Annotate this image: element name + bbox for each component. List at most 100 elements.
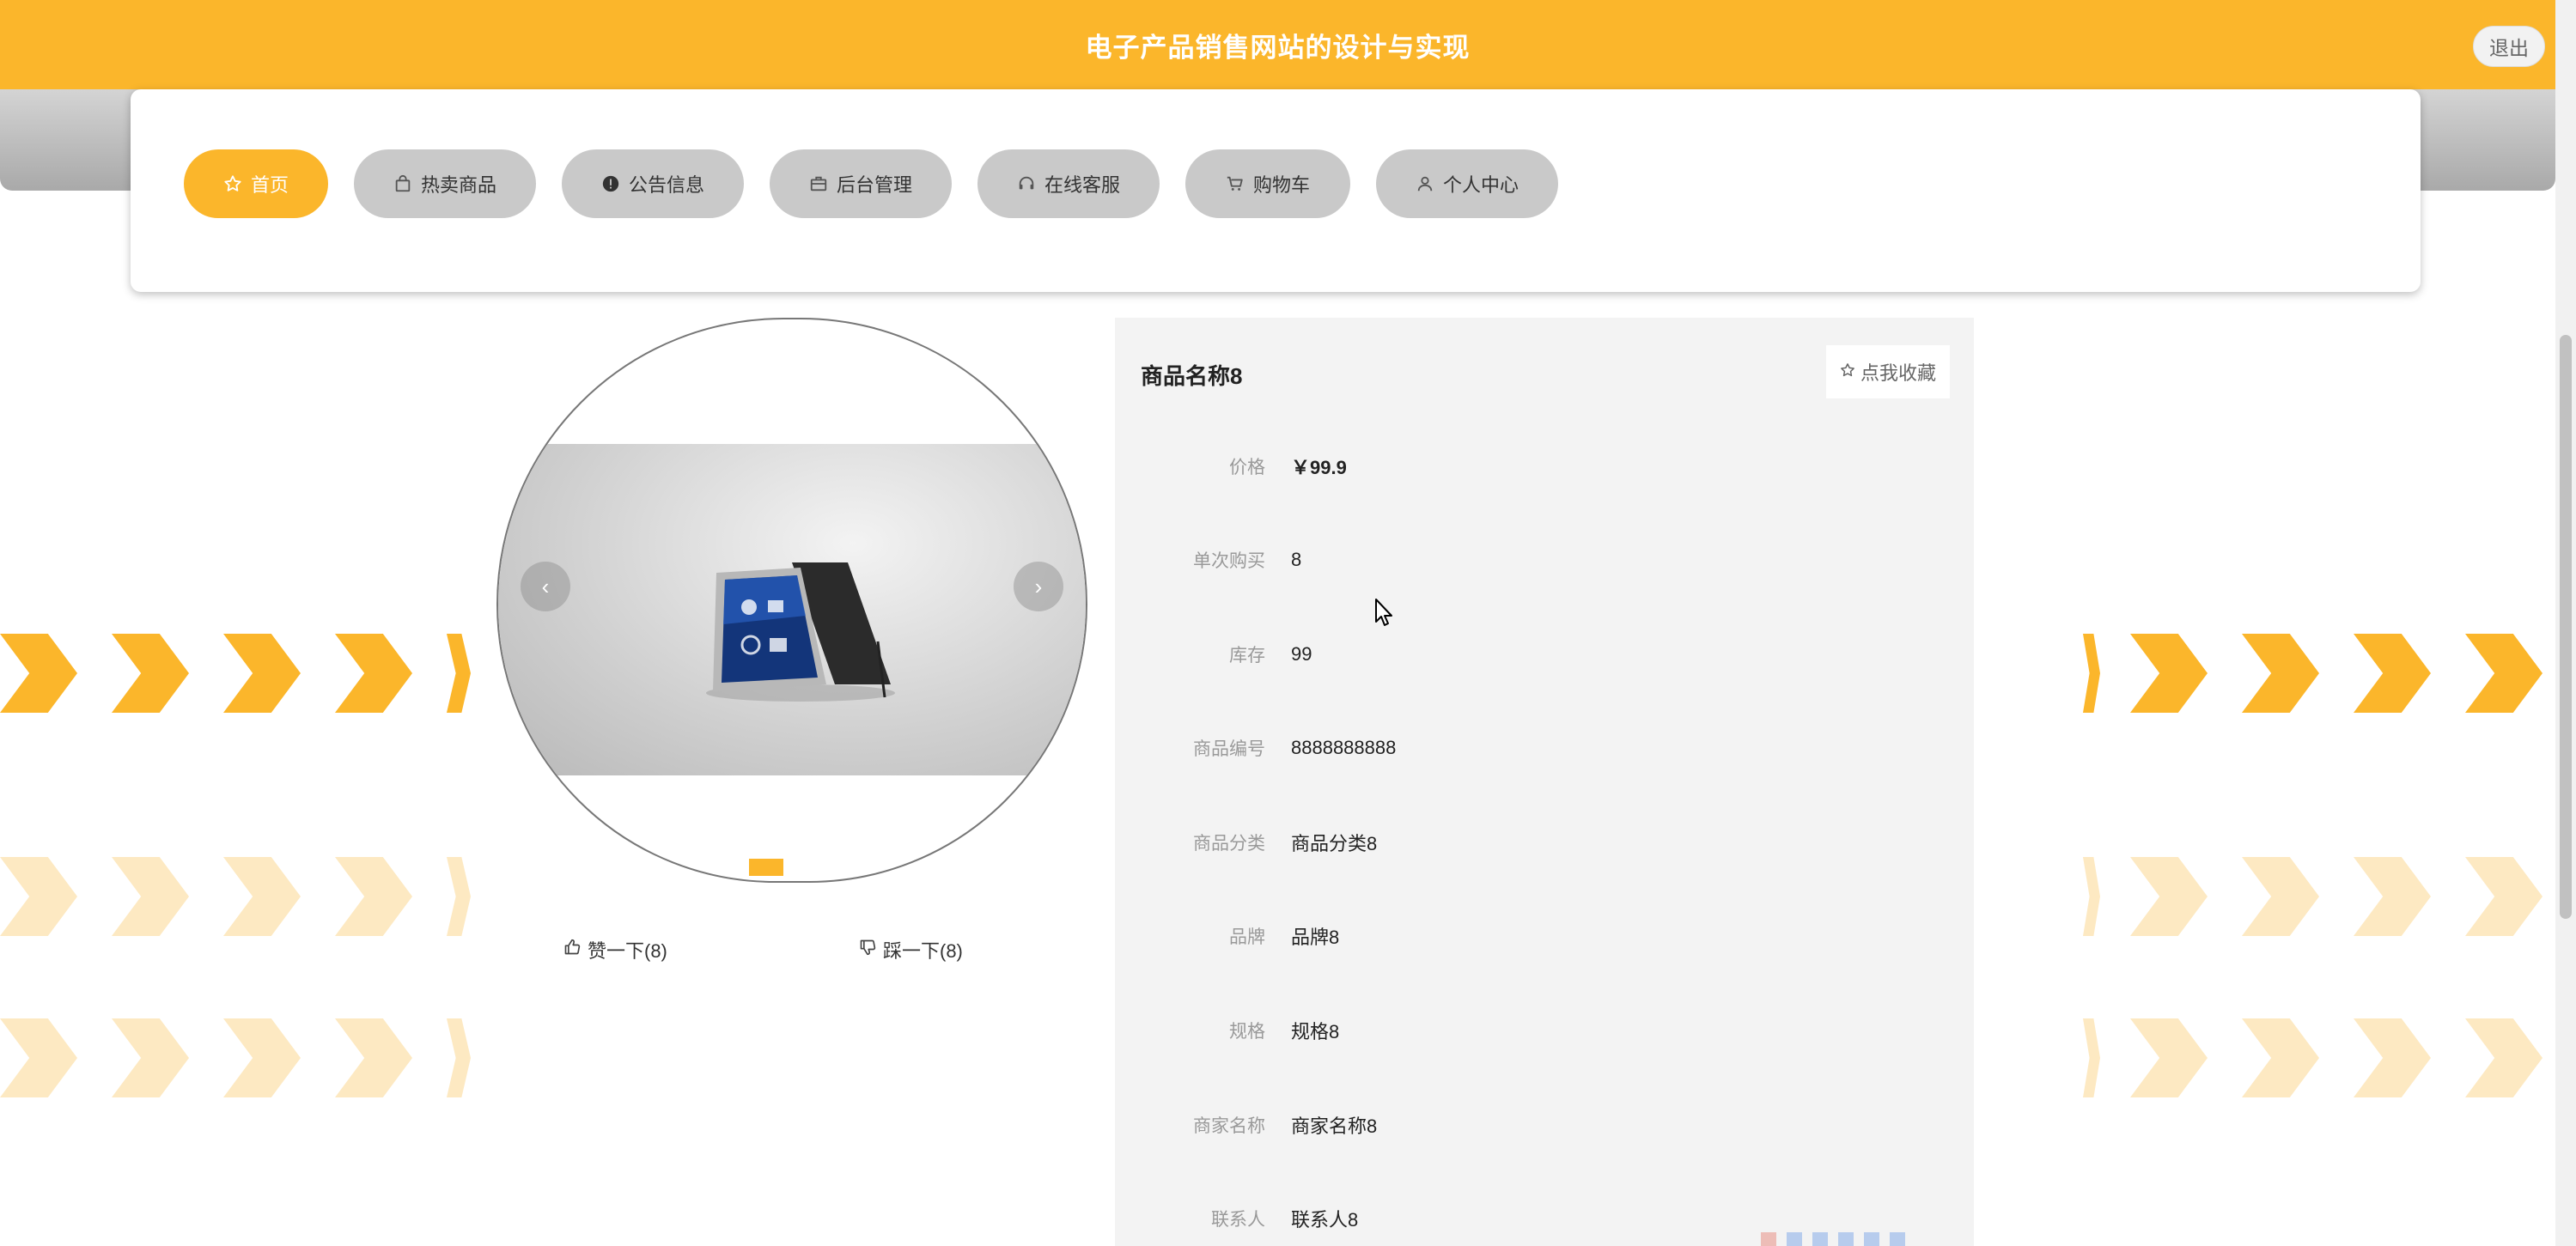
chevron-shape [2354, 634, 2431, 713]
logout-button[interactable]: 退出 [2473, 26, 2545, 67]
nav-item-admin[interactable]: 后台管理 [770, 149, 952, 218]
user-icon [1416, 174, 1434, 193]
carousel-prev-button[interactable]: ‹ [521, 562, 570, 611]
chevron-shape [0, 1018, 77, 1097]
chevron-right-icon: › [1034, 573, 1043, 599]
chevron-shape [335, 857, 412, 936]
field-value: 规格8 [1291, 1021, 1340, 1042]
chevron-shape [2242, 634, 2319, 713]
field-label: 商家名称 [1193, 1116, 1265, 1136]
field-label: 规格 [1229, 1022, 1265, 1042]
nav-item-label: 个人中心 [1442, 174, 1519, 196]
field-label: 商品编号 [1193, 739, 1265, 759]
nav-item-label: 后台管理 [836, 174, 912, 196]
thumbs-down-icon [859, 939, 876, 961]
field-row-merchant: 商家名称 商家名称8 [1115, 1108, 1974, 1142]
chevron-shape [2465, 1018, 2543, 1097]
chevron-shape [2354, 857, 2431, 936]
nav-card: 首页 热卖商品 公告信息 后台管理 在线客服 购物车 个人中心 [131, 89, 2421, 292]
tablet-device-image [706, 562, 895, 702]
field-row-spec: 规格 规格8 [1115, 1013, 1974, 1048]
field-row-stock: 库存 99 [1115, 637, 1974, 672]
chevron-left-icon: ‹ [541, 573, 550, 599]
nav-item-label: 购物车 [1252, 174, 1310, 196]
briefcase-icon [809, 174, 828, 193]
chevron-shape [335, 1018, 412, 1097]
main-nav: 首页 热卖商品 公告信息 后台管理 在线客服 购物车 个人中心 [184, 149, 1558, 218]
nav-item-home[interactable]: 首页 [184, 149, 328, 218]
field-value: 8 [1291, 549, 1302, 570]
bag-icon [393, 174, 412, 193]
dislike-button[interactable]: 踩一下(8) [859, 936, 963, 963]
nav-item-announcements[interactable]: 公告信息 [562, 149, 744, 218]
nav-item-label: 在线客服 [1044, 174, 1120, 196]
chevron-shape [2130, 1018, 2208, 1097]
field-label: 库存 [1229, 646, 1265, 666]
scrollbar-thumb[interactable] [2560, 335, 2572, 919]
price-value: ￥99.9 [1291, 457, 1347, 478]
chevron-shape [447, 1018, 471, 1097]
nav-item-cart[interactable]: 购物车 [1185, 149, 1350, 218]
headset-icon [1017, 174, 1036, 193]
dislike-label: 踩一下(8) [883, 940, 963, 962]
chevron-shape [2083, 857, 2100, 936]
favorite-label: 点我收藏 [1860, 362, 1936, 384]
chevron-shape [0, 857, 77, 936]
field-value: 商品分类8 [1291, 833, 1378, 854]
page-scrollbar[interactable] [2555, 0, 2576, 1246]
field-value: 8888888888 [1291, 737, 1397, 758]
star-icon [1840, 361, 1855, 383]
field-row-product-code: 商品编号 8888888888 [1115, 731, 1974, 765]
chevron-shape [0, 634, 77, 713]
nav-item-label: 公告信息 [628, 174, 704, 196]
chevron-shape [112, 1018, 189, 1097]
site-title: 电子产品销售网站的设计与实现 [1085, 32, 1471, 63]
nav-item-label: 首页 [250, 174, 289, 196]
product-image-carousel[interactable]: ‹ › [496, 318, 1087, 883]
field-row-category: 商品分类 商品分类8 [1115, 825, 1974, 860]
chevron-shape [112, 634, 189, 713]
field-label: 价格 [1229, 458, 1265, 477]
chevron-shape [223, 634, 301, 713]
carousel-next-button[interactable]: › [1014, 562, 1063, 611]
field-value: 商家名称8 [1291, 1115, 1378, 1137]
chevron-shape [2242, 1018, 2319, 1097]
toolbar-logo-strip [1761, 1232, 1905, 1246]
thumbs-up-icon [563, 939, 581, 961]
chevron-shape [2083, 634, 2100, 713]
star-icon [223, 174, 242, 193]
cart-icon [1226, 174, 1245, 193]
mouse-cursor-icon [1375, 599, 1392, 626]
chevron-shape [2130, 857, 2208, 936]
chevron-shape [447, 634, 471, 713]
field-label: 品牌 [1229, 927, 1265, 947]
product-detail-panel: 商品名称8 点我收藏 价格 ￥99.9 单次购买 8 库存 99 商品编号 88… [1115, 318, 1974, 1246]
like-button[interactable]: 赞一下(8) [563, 936, 667, 963]
nav-item-label: 热卖商品 [420, 174, 496, 196]
product-photo [498, 444, 1086, 775]
nav-item-customer-service[interactable]: 在线客服 [977, 149, 1160, 218]
info-icon [601, 174, 620, 193]
chevron-shape [2130, 634, 2208, 713]
field-row-purchase-qty: 单次购买 8 [1115, 543, 1974, 577]
nav-item-hot-products[interactable]: 热卖商品 [354, 149, 536, 218]
chevron-shape [2083, 1018, 2100, 1097]
field-value: 联系人8 [1291, 1209, 1359, 1231]
chevron-shape [2242, 857, 2319, 936]
field-value: 品牌8 [1291, 927, 1340, 948]
chevron-shape [2465, 634, 2543, 713]
field-value: 99 [1291, 643, 1312, 665]
field-label: 商品分类 [1193, 834, 1265, 854]
chevron-shape [447, 857, 471, 936]
field-row-brand: 品牌 品牌8 [1115, 919, 1974, 953]
carousel-indicator[interactable] [749, 859, 783, 876]
favorite-button[interactable]: 点我收藏 [1826, 345, 1950, 398]
like-label: 赞一下(8) [588, 940, 667, 962]
chevron-shape [112, 857, 189, 936]
chevron-shape [223, 857, 301, 936]
nav-item-profile[interactable]: 个人中心 [1376, 149, 1558, 218]
chevron-shape [2465, 857, 2543, 936]
top-header: 电子产品销售网站的设计与实现 [0, 0, 2555, 89]
chevron-shape [223, 1018, 301, 1097]
product-name: 商品名称8 [1141, 363, 1243, 389]
